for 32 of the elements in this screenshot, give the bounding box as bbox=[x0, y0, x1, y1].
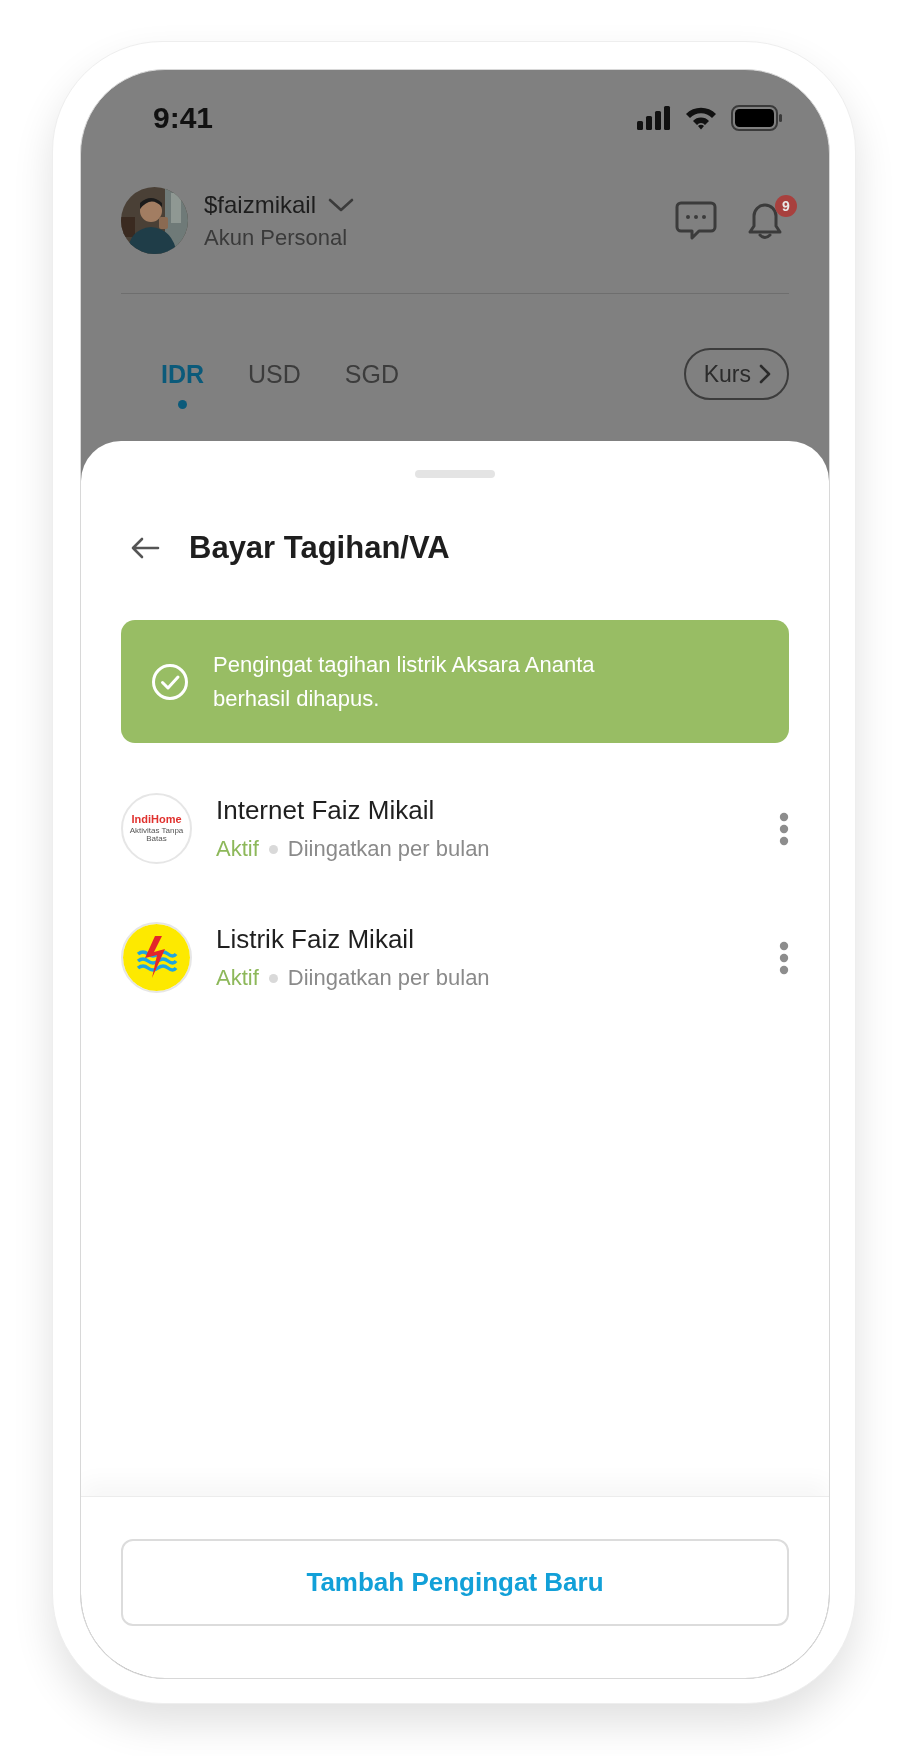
separator-dot bbox=[268, 844, 278, 854]
battery-icon bbox=[731, 105, 783, 131]
more-options-icon[interactable] bbox=[779, 940, 789, 975]
account-type: Akun Personal bbox=[204, 224, 349, 251]
account-username[interactable]: $faizmikail bbox=[204, 190, 317, 219]
separator-dot bbox=[268, 973, 278, 983]
logo-text: IndiHome bbox=[131, 814, 182, 825]
currency-tab[interactable]: USD bbox=[248, 339, 301, 409]
reminder-name: Listrik Faiz Mikail bbox=[216, 924, 415, 955]
chevron-down-icon[interactable] bbox=[328, 196, 355, 213]
signal-icon bbox=[637, 106, 671, 130]
currency-tab[interactable]: IDR bbox=[161, 339, 205, 409]
chat-icon[interactable] bbox=[675, 200, 717, 241]
logo-tagline: Aktivitas Tanpa Batas bbox=[129, 827, 184, 843]
reminder-status: Aktif bbox=[216, 836, 259, 862]
more-options-icon[interactable] bbox=[779, 811, 789, 846]
reminder-frequency: Diingatkan per bulan bbox=[287, 965, 490, 991]
notification-badge: 9 bbox=[775, 194, 797, 217]
sheet-title: Bayar Tagihan/VA bbox=[189, 530, 450, 566]
add-reminder-button[interactable]: Tambah Pengingat Baru bbox=[121, 1539, 789, 1626]
reminder-frequency: Diingatkan per bulan bbox=[287, 836, 490, 862]
currency-tab[interactable]: SGD bbox=[344, 339, 400, 409]
status-time: 9:41 bbox=[153, 101, 214, 135]
rates-button[interactable]: Kurs bbox=[683, 348, 789, 400]
reminder-name: Internet Faiz Mikail bbox=[216, 795, 436, 826]
toast-message: Pengingat tagihan listrik Aksara Ananta berhasil dihapus. bbox=[213, 650, 596, 713]
reminder-status: Aktif bbox=[216, 965, 259, 991]
wifi-icon bbox=[685, 106, 717, 130]
back-arrow-icon[interactable] bbox=[130, 536, 160, 560]
check-circle-icon bbox=[151, 662, 189, 701]
chevron-right-icon bbox=[759, 364, 771, 384]
sheet-handle[interactable] bbox=[415, 470, 495, 478]
